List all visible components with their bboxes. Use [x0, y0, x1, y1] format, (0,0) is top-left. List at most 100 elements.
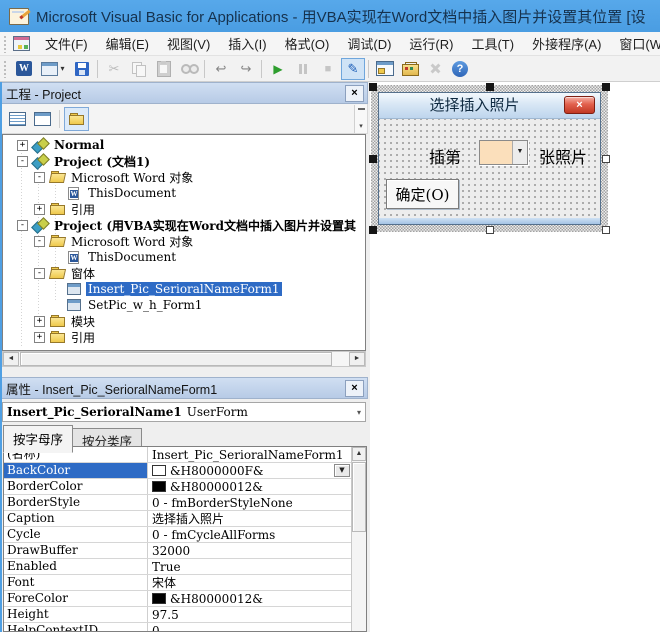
undo-button[interactable]: ↩ — [209, 58, 233, 80]
object-selector[interactable]: Insert_Pic_SerioralName1 UserForm ▾ — [2, 402, 366, 422]
property-row-forecolor[interactable]: ForeColor &H80000012& — [4, 591, 351, 607]
run-button[interactable]: ▶ — [266, 58, 290, 80]
form-selection-frame[interactable]: 选择插入照片 × 插第 ▼ 张照片 确定(O) — [369, 83, 610, 234]
tree-horizontal-scrollbar[interactable]: ◄ ► — [2, 351, 366, 367]
tree-item-forms-folder[interactable]: - 窗体 — [3, 265, 365, 281]
photo-number-combobox[interactable]: ▼ — [479, 140, 528, 165]
combo-dropdown-icon[interactable]: ▼ — [512, 141, 527, 164]
property-row-bordercolor[interactable]: BorderColor &H80000012& — [4, 479, 351, 495]
menu-edit[interactable]: 编辑(E) — [97, 31, 158, 56]
menu-debug[interactable]: 调试(D) — [338, 31, 400, 56]
property-row-enabled[interactable]: Enabled True — [4, 559, 351, 575]
help-button[interactable]: ? — [448, 58, 472, 80]
view-object-button[interactable] — [30, 107, 55, 131]
menu-tools[interactable]: 工具(T) — [462, 31, 523, 56]
expander-icon[interactable]: + — [34, 331, 45, 343]
open-folder-icon — [50, 266, 65, 280]
resize-handle-bottom-right[interactable] — [602, 226, 610, 234]
tree-item-label: 引用 — [71, 330, 96, 345]
expander-icon[interactable]: - — [34, 235, 45, 247]
tree-item-modules[interactable]: + 模块 — [3, 313, 365, 329]
property-row-caption[interactable]: Caption 选择插入照片 — [4, 511, 351, 527]
object-browser-button[interactable] — [423, 58, 447, 80]
expander-icon[interactable]: - — [34, 171, 45, 183]
scroll-right-arrow[interactable]: ► — [349, 352, 365, 366]
menu-window[interactable]: 窗口(W) — [610, 31, 660, 56]
property-row-cycle[interactable]: Cycle 0 - fmCycleAllForms — [4, 527, 351, 543]
tree-item-project-vba[interactable]: - Project (用VBA实现在Word文档中插入图片并设置其 — [3, 217, 365, 233]
menubar-grip[interactable] — [3, 34, 8, 53]
property-row-height[interactable]: Height 97.5 — [4, 607, 351, 623]
tab-alphabetic[interactable]: 按字母序 — [3, 425, 74, 453]
tree-item-insert-pic-form[interactable]: Insert_Pic_SerioralNameForm1 — [3, 281, 365, 297]
paste-button[interactable] — [152, 58, 176, 80]
tree-item-project-doc1[interactable]: - Project (文档1) — [3, 153, 365, 169]
expander-icon[interactable]: + — [34, 203, 45, 215]
save-button[interactable] — [70, 58, 94, 80]
grid-vertical-scrollbar[interactable]: ▲ — [351, 447, 366, 631]
resize-handle-top-right[interactable] — [602, 83, 610, 91]
toggle-folders-button[interactable] — [64, 106, 89, 131]
userform-designer[interactable]: 选择插入照片 × 插第 ▼ 张照片 确定(O) — [378, 92, 601, 225]
menu-view[interactable]: 视图(V) — [158, 31, 219, 56]
toolbox-button[interactable] — [398, 58, 422, 80]
menu-run[interactable]: 运行(R) — [400, 31, 462, 56]
view-word-button[interactable]: W — [12, 58, 36, 80]
resize-handle-top-center[interactable] — [485, 83, 494, 91]
userform-close-button[interactable]: × — [564, 96, 595, 114]
tree-item-normal[interactable]: + Normal — [3, 137, 365, 153]
redo-button[interactable]: ↪ — [234, 58, 258, 80]
properties-panel-close-button[interactable]: × — [345, 379, 364, 397]
property-row-drawbuffer[interactable]: DrawBuffer 32000 — [4, 543, 351, 559]
tree-item-thisdocument[interactable]: ThisDocument — [3, 185, 365, 201]
resize-handle-top-left[interactable] — [369, 83, 377, 91]
menu-insert[interactable]: 插入(I) — [219, 31, 275, 56]
expander-icon[interactable]: + — [34, 315, 45, 327]
resize-handle-bottom-center[interactable] — [485, 226, 494, 234]
tree-item-setpic-form[interactable]: SetPic_w_h_Form1 — [3, 297, 365, 313]
scroll-left-arrow[interactable]: ◄ — [3, 352, 19, 366]
combobox-value[interactable] — [480, 141, 512, 164]
project-panel-close-button[interactable]: × — [345, 84, 364, 102]
design-mode-button[interactable]: ✎ — [341, 57, 365, 80]
toolbar-grip[interactable] — [3, 59, 8, 78]
reset-button[interactable]: ■ — [316, 58, 340, 80]
property-row-borderstyle[interactable]: BorderStyle 0 - fmBorderStyleNone — [4, 495, 351, 511]
resize-handle-mid-right[interactable] — [602, 154, 610, 163]
expander-icon[interactable]: - — [17, 219, 28, 231]
property-row-backcolor[interactable]: BackColor &H8000000F& ▼ — [4, 463, 351, 479]
break-button[interactable] — [291, 58, 315, 80]
project-tree: + Normal - Project (文档1) - Microsoft Word 对… — [2, 134, 366, 351]
view-code-button[interactable] — [5, 107, 30, 131]
cut-button[interactable]: ✂ — [102, 58, 126, 80]
label-insert-prefix[interactable]: 插第 — [429, 144, 461, 168]
label-photos-suffix[interactable]: 张照片 — [539, 144, 587, 168]
expander-icon[interactable]: - — [34, 267, 45, 279]
menu-addins[interactable]: 外接程序(A) — [523, 31, 610, 56]
resize-handle-mid-left[interactable] — [369, 154, 377, 163]
scrollbar-thumb[interactable] — [352, 462, 366, 532]
expander-icon[interactable]: + — [17, 139, 28, 151]
tree-item-references[interactable]: + 引用 — [3, 329, 365, 345]
copy-button[interactable] — [127, 58, 151, 80]
insert-userform-button[interactable]: ▾ — [37, 58, 69, 80]
tree-item-references[interactable]: + 引用 — [3, 201, 365, 217]
property-row-helpcontextid[interactable]: HelpContextID 0 — [4, 623, 351, 631]
property-row-font[interactable]: Font 宋体 — [4, 575, 351, 591]
ok-button[interactable]: 确定(O) — [386, 179, 459, 209]
tree-item-thisdocument[interactable]: ThisDocument — [3, 249, 365, 265]
project-explorer-button[interactable] — [373, 58, 397, 80]
tree-item-word-objects[interactable]: - Microsoft Word 对象 — [3, 233, 365, 249]
menu-format[interactable]: 格式(O) — [276, 31, 339, 56]
find-button[interactable] — [177, 58, 201, 80]
menu-file[interactable]: 文件(F) — [36, 31, 97, 56]
value-dropdown-button[interactable]: ▼ — [334, 464, 350, 477]
expander-icon[interactable]: - — [17, 155, 28, 167]
tree-item-label: Microsoft Word 对象 — [71, 234, 194, 249]
toolbar-overflow[interactable]: ▾ — [354, 104, 367, 133]
tree-item-word-objects[interactable]: - Microsoft Word 对象 — [3, 169, 365, 185]
userform-body[interactable]: 插第 ▼ 张照片 确定(O) — [379, 119, 600, 218]
scroll-up-arrow[interactable]: ▲ — [352, 447, 366, 461]
resize-handle-bottom-left[interactable] — [369, 226, 377, 234]
scrollbar-thumb[interactable] — [20, 352, 332, 366]
